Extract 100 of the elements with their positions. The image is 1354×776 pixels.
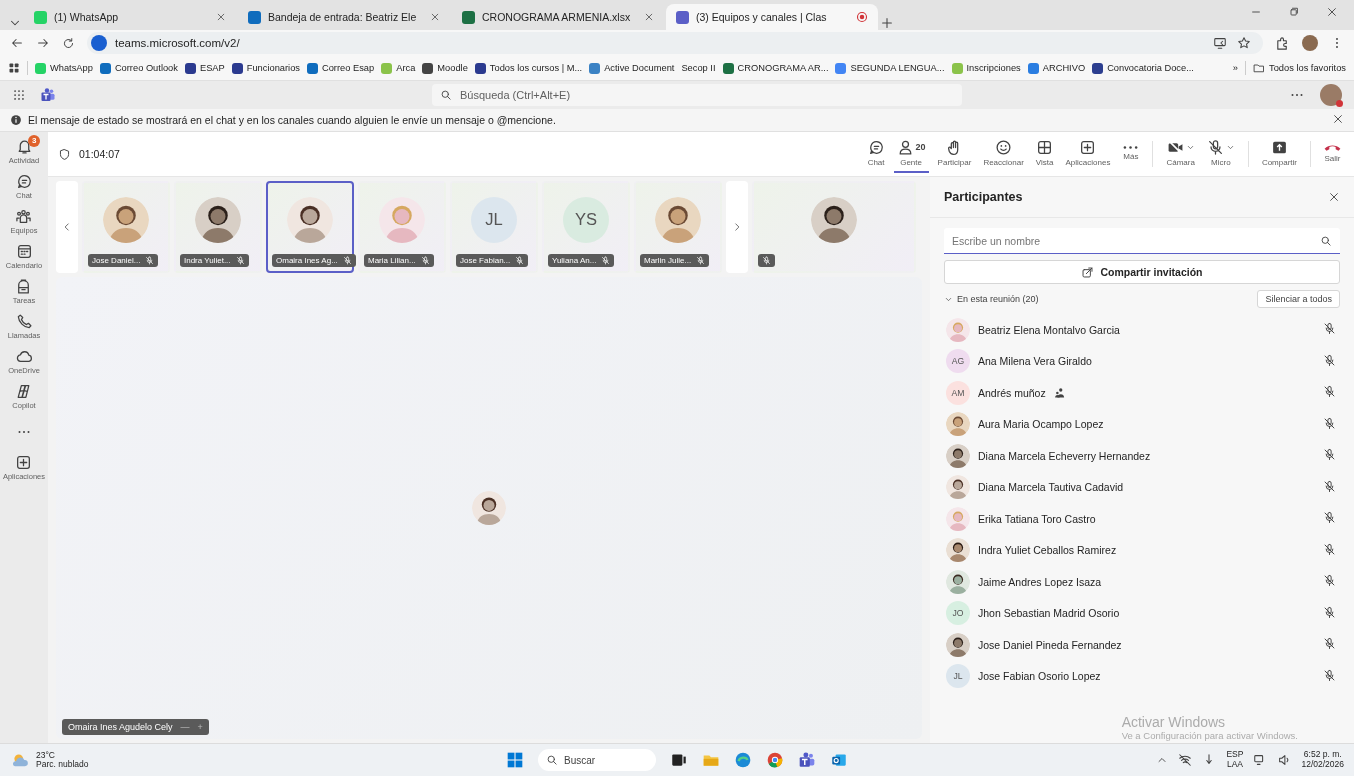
toolbar-button[interactable]: Chat	[864, 135, 888, 173]
mic-off-icon	[762, 256, 771, 265]
search-field[interactable]: Búsqueda (Ctrl+Alt+E)	[432, 84, 962, 106]
mic-off-icon	[235, 256, 245, 265]
participant-row[interactable]: Diana Marcela Tautiva Cadavid	[944, 471, 1340, 503]
all-favorites[interactable]: Todos los favoritos	[1253, 62, 1346, 74]
toolbar-button[interactable]: 20 Gente	[893, 135, 929, 173]
participant-name: Jaime Andres Lopez Isaza	[978, 575, 1102, 588]
mic-off-icon	[420, 256, 430, 265]
bookmark[interactable]: Secop II	[681, 63, 716, 73]
bookmark[interactable]: Inscripciones	[951, 62, 1021, 74]
user-avatar[interactable]	[1320, 84, 1342, 106]
close-icon	[216, 12, 226, 22]
bookmark[interactable]: Correo Esap	[307, 62, 375, 74]
apps-grid-icon	[8, 62, 20, 74]
info-message: El mensaje de estado se mostrará en el chat y en los canales cuando alguien le envíe un mensaje o @mencione.	[28, 114, 556, 126]
input-language[interactable]: ESP	[1226, 750, 1244, 760]
mic-off-icon	[601, 256, 611, 265]
teams-logo-icon	[40, 87, 56, 103]
back-icon	[10, 36, 24, 50]
video-tile[interactable]: Marlin Julie...	[634, 181, 722, 273]
toolbar-button[interactable]: Vista	[1032, 135, 1057, 173]
participant-avatar	[946, 443, 970, 468]
invite-button[interactable]: Compartir invitación	[944, 260, 1340, 284]
browser-tab[interactable]: CRONOGRAMA ARMENIA.xlsx	[452, 4, 664, 30]
video-tile[interactable]	[752, 181, 916, 273]
browser-tab[interactable]: (3) Equipos y canales | Clas	[666, 4, 878, 30]
video-tile[interactable]: Maria Lilian...	[358, 181, 446, 273]
video-tile[interactable]: Jose Daniel...	[82, 181, 170, 273]
browser-tab[interactable]: (1) WhatsApp	[24, 4, 236, 30]
bookmark[interactable]: ESAP	[184, 62, 225, 74]
video-tile[interactable]: Indra Yuliet...	[174, 181, 262, 273]
browser-tab[interactable]: Bandeja de entrada: Beatriz Ele	[238, 4, 450, 30]
toolbar-button[interactable]: Aplicaciones	[1062, 135, 1114, 173]
participant-avatar	[946, 412, 970, 437]
video-tile[interactable]: JL Jose Fabian...	[450, 181, 538, 273]
toolbar-button[interactable]: Participar	[934, 135, 975, 173]
participant-row[interactable]: Jaime Andres Lopez Isaza	[944, 566, 1340, 598]
keyboard-layout[interactable]: LAA	[1226, 760, 1243, 770]
video-tile[interactable]: YS Yuliana An...	[542, 181, 630, 273]
clock-time[interactable]: 6:52 p. m.	[1303, 750, 1342, 760]
bookmark[interactable]: Convocatoria Doce...	[1092, 62, 1194, 74]
bookmark[interactable]: Active Document	[589, 62, 675, 74]
clock-date[interactable]: 12/02/2026	[1301, 760, 1344, 770]
participant-row[interactable]: Jose Daniel Pineda Fernandez	[944, 629, 1340, 661]
mic-off-icon	[1323, 322, 1336, 336]
new-tab-icon	[880, 16, 894, 30]
chrome-icon	[766, 751, 784, 769]
task-view-icon	[670, 751, 688, 769]
participant-row[interactable]: AM Andrés muñoz	[944, 377, 1340, 409]
mic-off-icon	[145, 256, 155, 265]
plus-square-icon	[15, 454, 33, 471]
toolbar-button[interactable]: Compartir	[1258, 135, 1300, 173]
bookmark[interactable]: ARCHIVO	[1027, 62, 1086, 74]
participant-avatar	[946, 317, 970, 342]
bookmark[interactable]: Todos los cursos | M...	[474, 62, 583, 74]
toolbar-button[interactable]: Reaccionar	[980, 135, 1027, 173]
participant-row[interactable]: Aura Maria Ocampo Lopez	[944, 408, 1340, 440]
meeting-timer: 01:04:07	[79, 148, 120, 160]
participant-row[interactable]: JL Jose Fabian Osorio Lopez	[944, 660, 1340, 692]
mic-off-icon	[1323, 637, 1336, 651]
participant-avatar: AG	[946, 349, 970, 374]
participant-row[interactable]: AG Ana Milena Vera Giraldo	[944, 345, 1340, 377]
participant-row[interactable]: Diana Marcela Echeverry Hernandez	[944, 440, 1340, 472]
toolbar-button[interactable]: Micro	[1203, 135, 1238, 173]
section-toggle[interactable]: En esta reunión (20)	[944, 284, 1039, 314]
close-icon	[430, 12, 440, 22]
participant-avatar: AM	[946, 380, 970, 405]
name-search-field[interactable]: Escribe un nombre	[944, 228, 1340, 254]
share-icon	[1081, 265, 1095, 279]
bookmark[interactable]: Moodle	[422, 62, 468, 74]
toolbar-button[interactable]: Salir	[1321, 139, 1344, 169]
video-tile[interactable]: Omaira Ines Ag...	[266, 181, 354, 273]
toolbar-button[interactable]: Cámara	[1163, 135, 1198, 173]
phone-icon	[15, 313, 33, 330]
address-bar[interactable]: teams.microsoft.com/v2/	[87, 32, 1263, 54]
more-bookmarks[interactable]: »	[1232, 63, 1238, 73]
participant-row[interactable]: Beatriz Elena Montalvo Garcia	[944, 314, 1340, 346]
participant-row[interactable]: JO Jhon Sebastian Madrid Osorio	[944, 597, 1340, 629]
toolbar-button[interactable]: Más	[1119, 141, 1143, 167]
mic-off-icon	[1323, 416, 1336, 430]
bookmark[interactable]: CRONOGRAMA AR...	[722, 62, 829, 74]
bookmark[interactable]: Correo Outlook	[99, 62, 178, 74]
weather-text: Parc. nublado	[36, 760, 89, 770]
participant-row[interactable]: Indra Yuliet Ceballos Ramirez	[944, 534, 1340, 566]
mic-off-icon	[1323, 511, 1336, 525]
bookmark[interactable]: Funcionarios	[231, 62, 300, 74]
profile-avatar[interactable]	[1302, 35, 1318, 51]
participant-row[interactable]: Erika Tatiana Toro Castro	[944, 503, 1340, 535]
taskbar-search[interactable]: Buscar	[538, 749, 656, 771]
bookmark[interactable]: WhatsApp	[35, 62, 93, 74]
cloud-icon	[15, 348, 33, 365]
bookmark[interactable]: Arca	[381, 62, 416, 74]
mute-all-button[interactable]: Silenciar a todos	[1257, 290, 1340, 308]
mic-off-icon	[1323, 668, 1336, 682]
temperature: 23°C	[36, 750, 56, 760]
mic-off-icon	[342, 256, 352, 265]
participant-name: Jose Daniel Pineda Fernandez	[978, 638, 1122, 651]
bookmark[interactable]: SEGUNDA LENGUA...	[835, 62, 945, 74]
mic-off-icon	[1323, 448, 1336, 462]
